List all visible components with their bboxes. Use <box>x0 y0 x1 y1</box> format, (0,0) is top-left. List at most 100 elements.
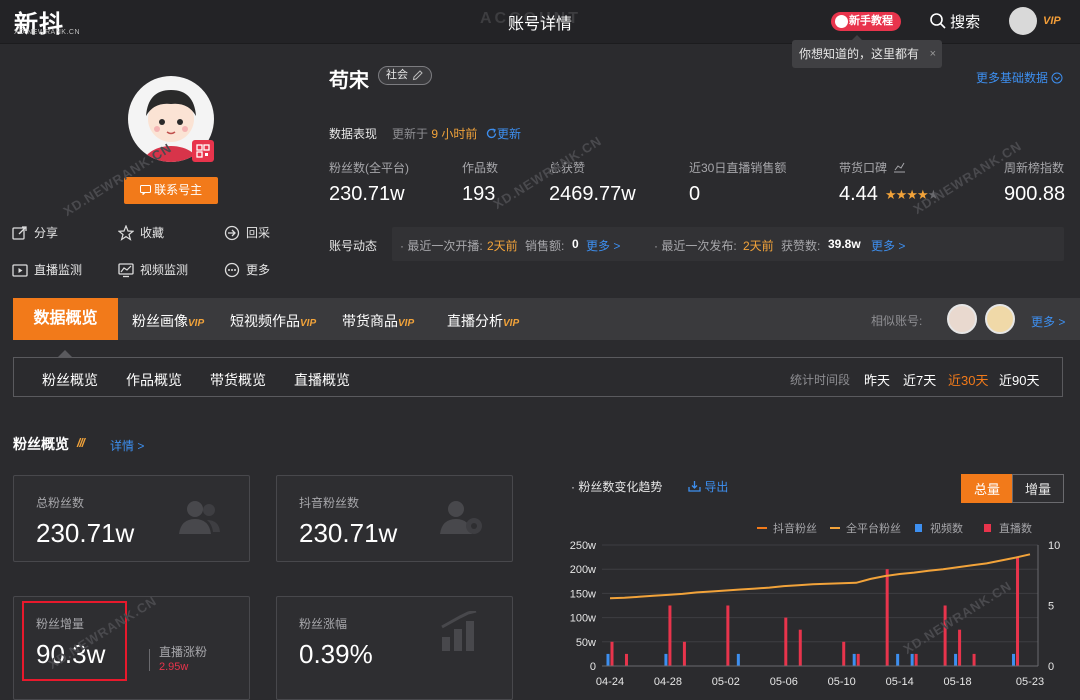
stat-value-fans: 230.71w <box>329 183 405 205</box>
tab-short-videos[interactable]: 短视频作品VIP <box>230 311 316 331</box>
tutorial-button[interactable]: 新手教程 <box>831 12 901 31</box>
star-icon <box>118 225 134 241</box>
subtab-works[interactable]: 作品概览 <box>126 370 182 390</box>
fans-detail-link[interactable]: 详情 > <box>110 437 144 454</box>
qr-code-button[interactable] <box>192 140 214 162</box>
x-axis-tick-label: 05-02 <box>712 676 740 688</box>
contact-owner-label: 联系号主 <box>154 183 203 197</box>
y-right-axis-tick-label: 0 <box>1048 661 1054 673</box>
subtab-products[interactable]: 带货概览 <box>210 370 266 390</box>
category-tag[interactable]: 社会 <box>378 66 432 85</box>
similar-accounts-label: 相似账号: <box>871 314 923 328</box>
tab-live-analysis[interactable]: 直播分析VIP <box>447 311 519 331</box>
tab-live-analysis-label: 直播分析 <box>447 313 503 329</box>
share-label: 分享 <box>34 226 59 240</box>
toggle-increment[interactable]: 增量 <box>1012 474 1064 503</box>
qr-code-icon <box>196 144 210 158</box>
bar-video-count <box>664 653 668 666</box>
tab-products[interactable]: 带货商品VIP <box>342 311 414 331</box>
time-option-30d[interactable]: 近30天 <box>948 370 988 389</box>
more-actions-label: 更多 <box>246 263 271 277</box>
user-avatar[interactable] <box>1009 7 1037 35</box>
sales-label: 销售额: <box>525 239 565 253</box>
y-axis-tick-label: 200w <box>570 564 596 576</box>
tooltip-close-button[interactable]: × <box>930 40 936 68</box>
section-decor-icon: /// <box>77 436 85 450</box>
vip-badge: VIP <box>188 318 205 329</box>
account-name: 苟宋 <box>329 70 369 92</box>
post-more-link[interactable]: 更多 > <box>871 237 905 254</box>
tab-data-overview[interactable]: 数据概览 <box>13 298 118 340</box>
tab-fan-profile[interactable]: 粉丝画像VIP <box>132 311 204 331</box>
bar-live-count <box>1016 557 1020 666</box>
tab-short-videos-label: 短视频作品 <box>230 313 300 329</box>
time-option-7d[interactable]: 近7天 <box>903 370 936 389</box>
x-axis-tick-label: 04-28 <box>654 676 682 688</box>
live-monitor-button[interactable]: 直播监测 <box>12 261 82 279</box>
x-axis-tick-label: 05-14 <box>886 676 914 688</box>
favorite-button[interactable]: 收藏 <box>118 224 164 242</box>
douyin-fans-card: 抖音粉丝数 230.71w <box>276 475 513 562</box>
users-settings-icon <box>440 501 482 534</box>
stat-value-likes: 2469.77w <box>549 183 636 205</box>
more-dots-icon <box>224 262 240 278</box>
likes-value: 39.8w <box>828 237 861 251</box>
main-tab-bar: 数据概览 粉丝画像VIP 短视频作品VIP 带货商品VIP 直播分析VIP 相似… <box>13 298 1080 340</box>
account-dynamic-label: 账号动态 <box>329 239 378 253</box>
video-monitor-button[interactable]: 视频监测 <box>118 261 188 279</box>
y-right-axis-tick-label: 5 <box>1048 601 1054 613</box>
share-button[interactable]: 分享 <box>12 224 58 242</box>
chevron-down-circle-icon <box>1051 72 1063 84</box>
search-button[interactable]: 搜索 <box>930 11 980 32</box>
time-option-yesterday[interactable]: 昨天 <box>864 370 890 389</box>
bar-live-count <box>682 641 686 666</box>
refresh-button[interactable]: 更新 <box>486 125 521 142</box>
recollect-label: 回采 <box>246 226 271 240</box>
y-axis-tick-label: 0 <box>590 661 596 673</box>
more-basic-data-link[interactable]: 更多基础数据 <box>976 69 1063 86</box>
more-basic-data-label: 更多基础数据 <box>976 71 1049 85</box>
update-time: 9 小时前 <box>431 127 478 141</box>
live-more-link[interactable]: 更多 > <box>586 237 620 254</box>
y-axis-tick-label: 150w <box>570 588 596 600</box>
legend-label: 全平台粉丝 <box>846 521 901 535</box>
live-monitor-label: 直播监测 <box>34 263 83 277</box>
legend-swatch <box>915 524 922 532</box>
stat-label-weekly-index: 周新榜指数 <box>1004 161 1065 175</box>
x-axis-tick-label: 05-23 <box>1016 676 1044 688</box>
video-monitor-icon <box>118 263 134 278</box>
trend-chart-icon[interactable] <box>893 162 906 173</box>
similar-account-avatar[interactable] <box>985 304 1015 334</box>
export-label: 导出 <box>704 480 729 494</box>
sales-value: 0 <box>572 237 579 251</box>
toggle-total[interactable]: 总量 <box>961 474 1013 503</box>
tab-fan-profile-label: 粉丝画像 <box>132 313 188 329</box>
contact-owner-button[interactable]: 联系号主 <box>124 177 218 204</box>
more-actions-button[interactable]: 更多 <box>224 261 270 279</box>
legend-label: 直播数 <box>999 521 1032 535</box>
live-monitor-icon <box>12 264 28 277</box>
search-icon <box>930 13 946 29</box>
time-option-90d[interactable]: 近90天 <box>999 370 1039 389</box>
similar-account-avatar[interactable] <box>947 304 977 334</box>
y-axis-tick-label: 100w <box>570 613 596 625</box>
edit-pencil-icon <box>412 70 423 81</box>
fans-trend-chart[interactable]: 抖音粉丝 全平台粉丝 视频数 直播数 0 50w 100w 150w 200w 250w 0 5 10… <box>560 515 1075 700</box>
bar-live-count <box>914 653 918 666</box>
card-label: 粉丝涨幅 <box>299 617 348 631</box>
stat-label-live-sales: 近30日直播销售额 <box>689 161 787 175</box>
chat-icon <box>139 185 151 196</box>
subtab-fans[interactable]: 粉丝概览 <box>42 370 98 390</box>
x-axis-tick-label: 05-10 <box>828 676 856 688</box>
recollect-button[interactable]: 回采 <box>224 224 270 242</box>
vip-badge: VIP <box>398 318 415 329</box>
export-button[interactable]: 导出 <box>688 478 728 495</box>
stat-label-works: 作品数 <box>462 161 499 175</box>
bar-live-count <box>842 641 846 666</box>
subtab-live[interactable]: 直播概览 <box>294 370 350 390</box>
last-live-label: · 最近一次开播: <box>400 239 483 253</box>
similar-more-link[interactable]: 更多 > <box>1031 313 1065 330</box>
x-axis-tick-label: 05-06 <box>770 676 798 688</box>
tutorial-label: 新手教程 <box>849 15 893 27</box>
update-prefix: 更新于 <box>392 127 429 141</box>
